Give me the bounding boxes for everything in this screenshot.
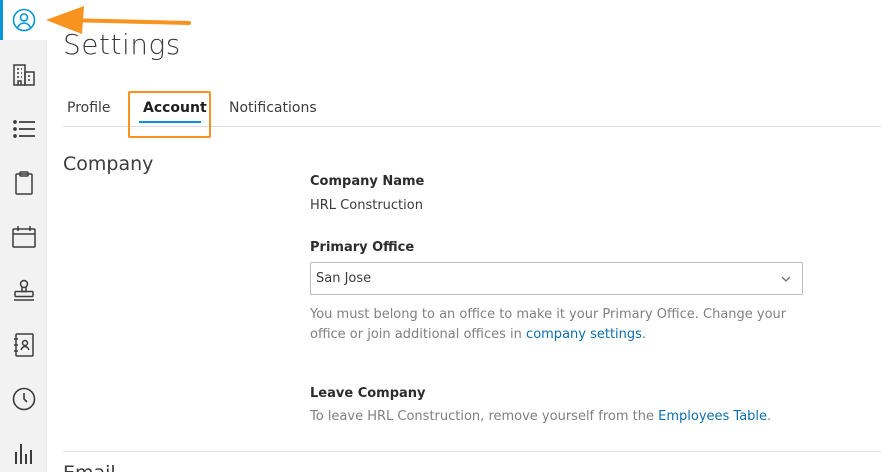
primary-office-help-text: office or join additional offices in bbox=[310, 327, 522, 342]
tab-notifications[interactable]: Notifications bbox=[229, 100, 317, 116]
employees-table-link[interactable]: Employees Table bbox=[658, 409, 767, 424]
nav-reports[interactable] bbox=[0, 433, 47, 472]
section-divider bbox=[63, 451, 881, 452]
section-heading-company: Company bbox=[63, 153, 154, 175]
tab-profile[interactable]: Profile bbox=[67, 100, 111, 116]
sidebar bbox=[0, 0, 47, 472]
leave-company-label: Leave Company bbox=[310, 386, 426, 401]
calendar-icon bbox=[11, 226, 36, 248]
bar-chart-icon bbox=[14, 444, 32, 464]
nav-stamp[interactable] bbox=[0, 271, 47, 311]
chevron-down-icon bbox=[781, 276, 791, 282]
nav-directory[interactable] bbox=[0, 325, 47, 365]
primary-office-help-line-2: office or join additional offices in com… bbox=[310, 325, 786, 345]
stamp-icon bbox=[13, 279, 34, 301]
nav-history[interactable] bbox=[0, 379, 47, 419]
company-name-value: HRL Construction bbox=[310, 198, 423, 213]
nav-companies[interactable] bbox=[0, 55, 47, 95]
primary-office-value: San Jose bbox=[316, 271, 372, 286]
clock-icon bbox=[12, 387, 35, 411]
user-circle-icon bbox=[12, 8, 35, 32]
nav-clipboard[interactable] bbox=[0, 163, 47, 203]
nav-calendar[interactable] bbox=[0, 217, 47, 257]
primary-office-select[interactable]: San Jose bbox=[310, 262, 803, 295]
company-settings-link[interactable]: company settings bbox=[526, 327, 642, 342]
building-icon bbox=[12, 64, 35, 86]
nav-profile[interactable] bbox=[0, 0, 47, 40]
company-name-label: Company Name bbox=[310, 174, 425, 189]
nav-list[interactable] bbox=[0, 109, 47, 149]
tab-bar: Profile Account Notifications bbox=[63, 92, 881, 127]
leave-company-help: To leave HRL Construction, remove yourse… bbox=[310, 407, 771, 427]
clipboard-icon bbox=[14, 171, 33, 195]
leave-company-help-text: To leave HRL Construction, remove yourse… bbox=[310, 409, 654, 424]
section-heading-email: Email bbox=[63, 462, 116, 472]
primary-office-help-period: . bbox=[641, 327, 647, 342]
leave-company-help-period: . bbox=[767, 409, 772, 424]
list-icon bbox=[12, 120, 35, 138]
page-title: Settings bbox=[63, 28, 181, 61]
tab-account[interactable]: Account bbox=[143, 100, 207, 116]
active-tab-indicator bbox=[139, 121, 201, 123]
primary-office-label: Primary Office bbox=[310, 240, 415, 255]
primary-office-help: You must belong to an office to make it … bbox=[310, 305, 786, 345]
address-book-icon bbox=[13, 333, 34, 357]
primary-office-help-line-1: You must belong to an office to make it … bbox=[310, 307, 787, 322]
